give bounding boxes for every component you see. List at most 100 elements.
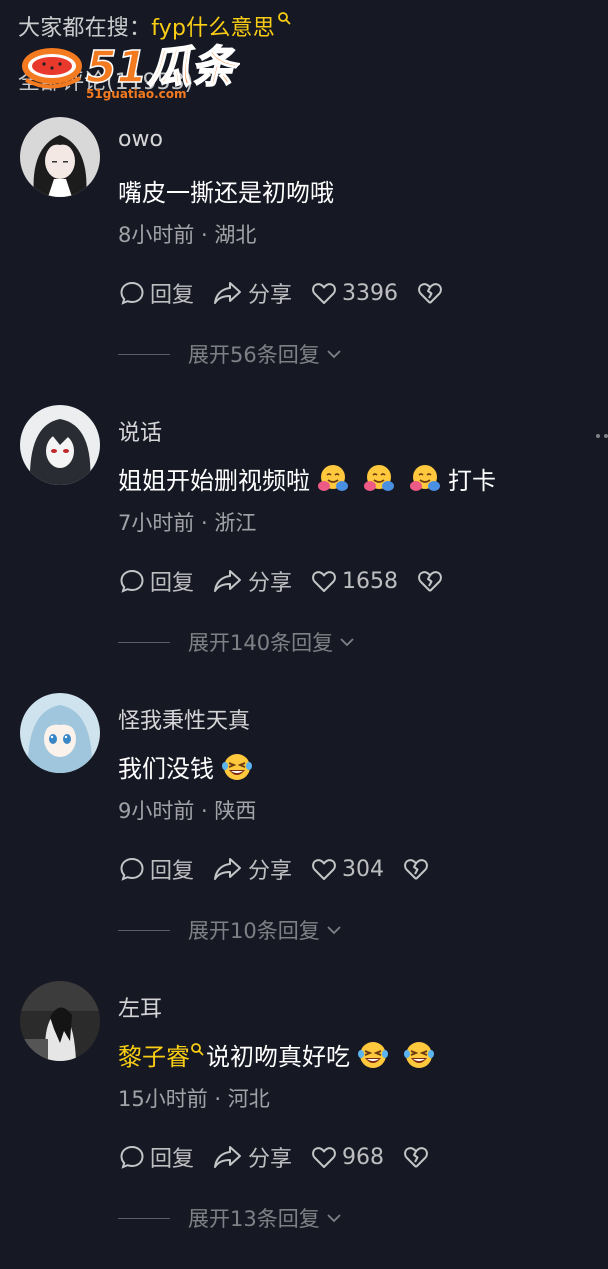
expand-replies[interactable]: 展开13条回复 [118,1203,344,1233]
avatar[interactable] [20,405,100,485]
broken-heart-icon [418,283,442,304]
comment-text-body: 我们没钱 [118,755,214,783]
comment-meta: 8小时前 · 湖北 [118,223,257,247]
heart-icon [312,571,336,592]
watermark-logo: 51瓜条 51guatiao.com [22,41,240,101]
chevron-down-icon [340,638,354,647]
laughing-crying-emoji [404,1041,434,1068]
reply-label: 回复 [150,283,195,308]
hugging-face-emoji [410,464,440,491]
share-button[interactable]: 分享 [212,1141,292,1173]
search-icon [191,1042,204,1055]
avatar[interactable] [20,117,100,197]
reply-button[interactable]: 回复 [118,1141,194,1173]
reply-label: 回复 [150,571,195,596]
mention-name: 黎子睿 [118,1043,190,1071]
dislike-button[interactable] [402,1143,434,1171]
comment-item: owo 嘴皮一撕还是初吻哦 8小时前 · 湖北 回复 分享 3396 展开56条… [0,117,608,405]
username[interactable]: owo [118,127,163,152]
comment-item: 怪我秉性天真 我们没钱 9小时前 · 陕西 回复 分享 304 展开10条回复 [0,693,608,981]
comment-actions: 回复 分享 968 [118,1141,452,1173]
expand-replies-label: 展开140条回复 [188,631,334,655]
chevron-down-icon [327,1214,341,1223]
reply-button[interactable]: 回复 [118,277,194,309]
share-label: 分享 [248,571,293,596]
comment-text: 姐姐开始删视频啦 打卡 [118,461,496,496]
divider [118,1217,170,1219]
comment-text-body: 说初吻真好吃 [206,1043,350,1071]
comment-actions: 回复 分享 3396 [118,277,466,309]
like-button[interactable]: 3396 [310,279,398,307]
reply-icon [120,1145,144,1169]
hugging-face-emoji [364,464,394,491]
username[interactable]: 怪我秉性天真 [118,703,250,735]
reply-label: 回复 [150,1147,195,1172]
expand-replies[interactable]: 展开56条回复 [118,339,344,369]
reply-icon [120,281,144,305]
expand-replies-label: 展开56条回复 [188,343,320,367]
laughing-crying-emoji [222,753,252,780]
reply-button[interactable]: 回复 [118,853,194,885]
hugging-face-emoji [318,464,348,491]
like-count: 968 [342,1144,385,1170]
comment-actions: 回复 分享 1658 [118,565,466,597]
melon-icon [22,48,82,89]
expand-replies[interactable]: 展开140条回复 [118,627,357,657]
share-button[interactable]: 分享 [212,853,292,885]
comment-text-body: 姐姐开始删视频啦 [118,467,310,495]
comment-actions: 回复 分享 304 [118,853,452,885]
comment-text: 黎子睿 说初吻真好吃 [118,1037,442,1072]
avatar[interactable] [20,693,100,773]
username[interactable]: 左耳 [118,991,162,1023]
heart-icon [312,1147,336,1168]
reply-icon [120,569,144,593]
share-label: 分享 [248,859,293,884]
expand-replies-label: 展开13条回复 [188,1207,320,1231]
reply-icon [120,857,144,881]
chevron-down-icon [327,350,341,359]
expand-replies[interactable]: 展开10条回复 [118,915,344,945]
comment-item: 说话 姐姐开始删视频啦 打卡 7小时前 · 浙江 回复 分享 1658 展开14… [0,405,608,693]
share-icon [214,858,242,880]
comment-text-suffix: 打卡 [448,467,496,495]
comment-meta: 7小时前 · 浙江 [118,511,257,535]
share-label: 分享 [248,1147,293,1172]
like-count: 1658 [342,568,399,594]
comment-text: 嘴皮一撕还是初吻哦 [118,173,334,208]
broken-heart-icon [404,1147,428,1168]
user-mention[interactable]: 黎子睿 [118,1037,206,1072]
share-button[interactable]: 分享 [212,277,292,309]
laughing-crying-emoji [358,1041,388,1068]
share-label: 分享 [248,283,293,308]
heart-icon [312,283,336,304]
comment-text: 我们没钱 [118,749,260,784]
username[interactable]: 说话 [118,415,162,447]
like-count: 3396 [342,280,399,306]
chevron-down-icon [327,926,341,935]
reply-button[interactable]: 回复 [118,565,194,597]
expand-replies-label: 展开10条回复 [188,919,320,943]
comment-meta: 9小时前 · 陕西 [118,799,257,823]
divider [118,641,170,643]
dislike-button[interactable] [402,855,434,883]
comment-text-body: 嘴皮一撕还是初吻哦 [118,179,334,207]
avatar[interactable] [20,981,100,1061]
like-button[interactable]: 304 [310,855,384,883]
search-icon [278,12,291,25]
watermark-domain: 51guatiao.com [86,87,187,101]
dislike-button[interactable] [416,279,448,307]
like-button[interactable]: 968 [310,1143,384,1171]
watermark-brand: 51瓜条 [86,42,240,93]
comment-meta: 15小时前 · 河北 [118,1087,270,1111]
broken-heart-icon [404,859,428,880]
share-icon [214,282,242,304]
share-button[interactable]: 分享 [212,565,292,597]
share-icon [214,570,242,592]
heart-icon [312,859,336,880]
divider [118,353,170,355]
dislike-button[interactable] [416,567,448,595]
reply-label: 回复 [150,859,195,884]
like-button[interactable]: 1658 [310,567,398,595]
like-count: 304 [342,856,385,882]
share-icon [214,1146,242,1168]
